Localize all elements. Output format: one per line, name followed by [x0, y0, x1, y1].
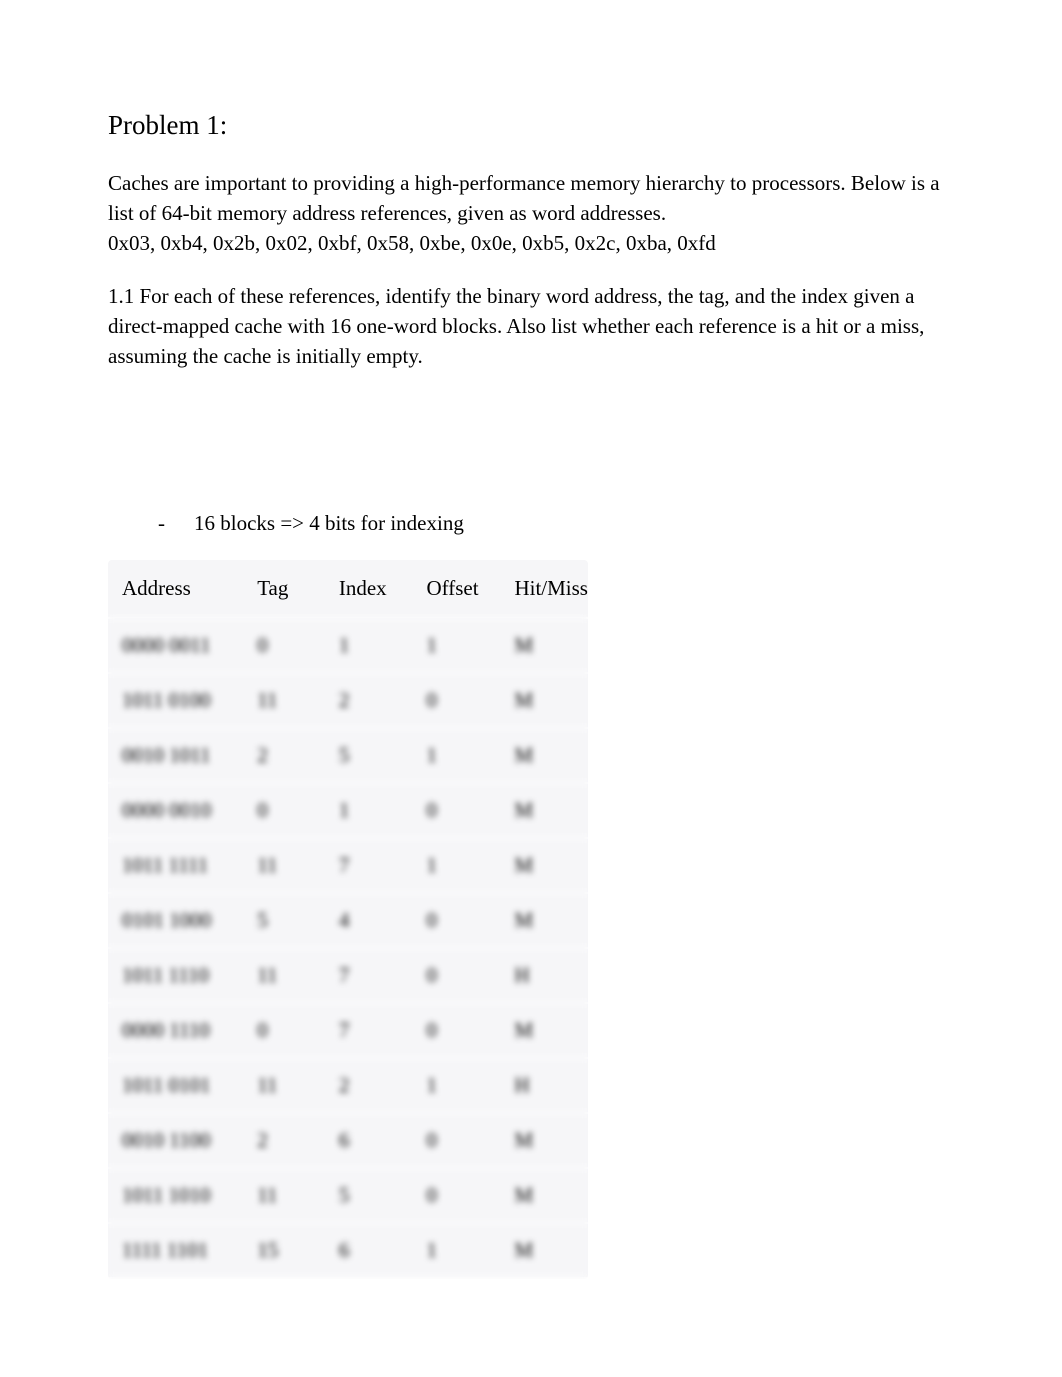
cell-offset: 1	[412, 1224, 500, 1279]
cell-hitmiss: M	[500, 839, 588, 894]
cell-tag: 11	[243, 949, 325, 1004]
table-body: 0000 0011011M1011 01001120M0010 1011251M…	[108, 619, 588, 1279]
cell-tag: 11	[243, 1169, 325, 1224]
cell-tag: 11	[243, 839, 325, 894]
cell-address: 1011 0101	[108, 1059, 243, 1114]
cell-index: 7	[325, 949, 413, 1004]
vertical-spacer	[108, 396, 954, 511]
cell-offset: 0	[412, 949, 500, 1004]
cell-index: 2	[325, 674, 413, 729]
cell-hitmiss: H	[500, 949, 588, 1004]
table-row: 1011 01001120M	[108, 674, 588, 729]
cell-offset: 0	[412, 674, 500, 729]
cell-index: 1	[325, 784, 413, 839]
cell-tag: 11	[243, 1059, 325, 1114]
cell-offset: 1	[412, 839, 500, 894]
header-address: Address	[108, 560, 243, 619]
intro-line-2: 0x03, 0xb4, 0x2b, 0x02, 0xbf, 0x58, 0xbe…	[108, 231, 716, 255]
cell-index: 6	[325, 1114, 413, 1169]
table-row: 0101 1000540M	[108, 894, 588, 949]
cell-index: 5	[325, 1169, 413, 1224]
table-row: 1111 11011561M	[108, 1224, 588, 1279]
cell-index: 4	[325, 894, 413, 949]
bullet-text: 16 blocks => 4 bits for indexing	[194, 511, 464, 536]
table-row: 1011 10101150M	[108, 1169, 588, 1224]
table-row: 0000 0010010M	[108, 784, 588, 839]
cell-address: 1111 1101	[108, 1224, 243, 1279]
cell-hitmiss: M	[500, 1169, 588, 1224]
cell-tag: 0	[243, 1004, 325, 1059]
header-index: Index	[325, 560, 413, 619]
cell-offset: 0	[412, 1004, 500, 1059]
cache-table-wrap: Address Tag Index Offset Hit/Miss 0000 0…	[108, 560, 588, 1279]
cell-offset: 0	[412, 784, 500, 839]
cell-address: 1011 1110	[108, 949, 243, 1004]
cell-address: 0000 1110	[108, 1004, 243, 1059]
cell-tag: 2	[243, 1114, 325, 1169]
intro-paragraph: Caches are important to providing a high…	[108, 169, 954, 258]
cell-index: 2	[325, 1059, 413, 1114]
cell-hitmiss: M	[500, 1224, 588, 1279]
cell-address: 0000 0011	[108, 619, 243, 674]
table-row: 1011 11111171M	[108, 839, 588, 894]
cell-tag: 5	[243, 894, 325, 949]
bullet-item: - 16 blocks => 4 bits for indexing	[158, 511, 954, 536]
intro-line-1: Caches are important to providing a high…	[108, 171, 940, 225]
cell-tag: 0	[243, 619, 325, 674]
cell-tag: 2	[243, 729, 325, 784]
cell-hitmiss: M	[500, 784, 588, 839]
cell-address: 1011 1010	[108, 1169, 243, 1224]
cell-tag: 11	[243, 674, 325, 729]
header-offset: Offset	[412, 560, 500, 619]
table-header-row: Address Tag Index Offset Hit/Miss	[108, 560, 588, 619]
question-paragraph: 1.1 For each of these references, identi…	[108, 282, 954, 371]
cell-index: 5	[325, 729, 413, 784]
cell-index: 1	[325, 619, 413, 674]
cell-address: 0010 1011	[108, 729, 243, 784]
table-row: 1011 01011121H	[108, 1059, 588, 1114]
cell-index: 6	[325, 1224, 413, 1279]
cell-address: 0101 1000	[108, 894, 243, 949]
header-hitmiss: Hit/Miss	[500, 560, 588, 619]
cell-offset: 1	[412, 1059, 500, 1114]
cell-index: 7	[325, 1004, 413, 1059]
table-row: 0010 1100260M	[108, 1114, 588, 1169]
cell-offset: 1	[412, 729, 500, 784]
cell-address: 1011 0100	[108, 674, 243, 729]
cell-offset: 1	[412, 619, 500, 674]
bullet-dash-icon: -	[158, 511, 194, 536]
cell-offset: 0	[412, 1169, 500, 1224]
table-row: 0000 1110070M	[108, 1004, 588, 1059]
cell-address: 1011 1111	[108, 839, 243, 894]
cell-address: 0010 1100	[108, 1114, 243, 1169]
cell-index: 7	[325, 839, 413, 894]
cell-offset: 0	[412, 894, 500, 949]
cache-table: Address Tag Index Offset Hit/Miss 0000 0…	[108, 560, 588, 1279]
cell-hitmiss: M	[500, 1114, 588, 1169]
cell-hitmiss: H	[500, 1059, 588, 1114]
problem-heading: Problem 1:	[108, 110, 954, 141]
cell-hitmiss: M	[500, 619, 588, 674]
table-row: 1011 11101170H	[108, 949, 588, 1004]
cell-hitmiss: M	[500, 894, 588, 949]
cell-address: 0000 0010	[108, 784, 243, 839]
cell-hitmiss: M	[500, 674, 588, 729]
cell-offset: 0	[412, 1114, 500, 1169]
cell-tag: 15	[243, 1224, 325, 1279]
table-row: 0010 1011251M	[108, 729, 588, 784]
cell-hitmiss: M	[500, 729, 588, 784]
header-tag: Tag	[243, 560, 325, 619]
cell-tag: 0	[243, 784, 325, 839]
cell-hitmiss: M	[500, 1004, 588, 1059]
table-row: 0000 0011011M	[108, 619, 588, 674]
